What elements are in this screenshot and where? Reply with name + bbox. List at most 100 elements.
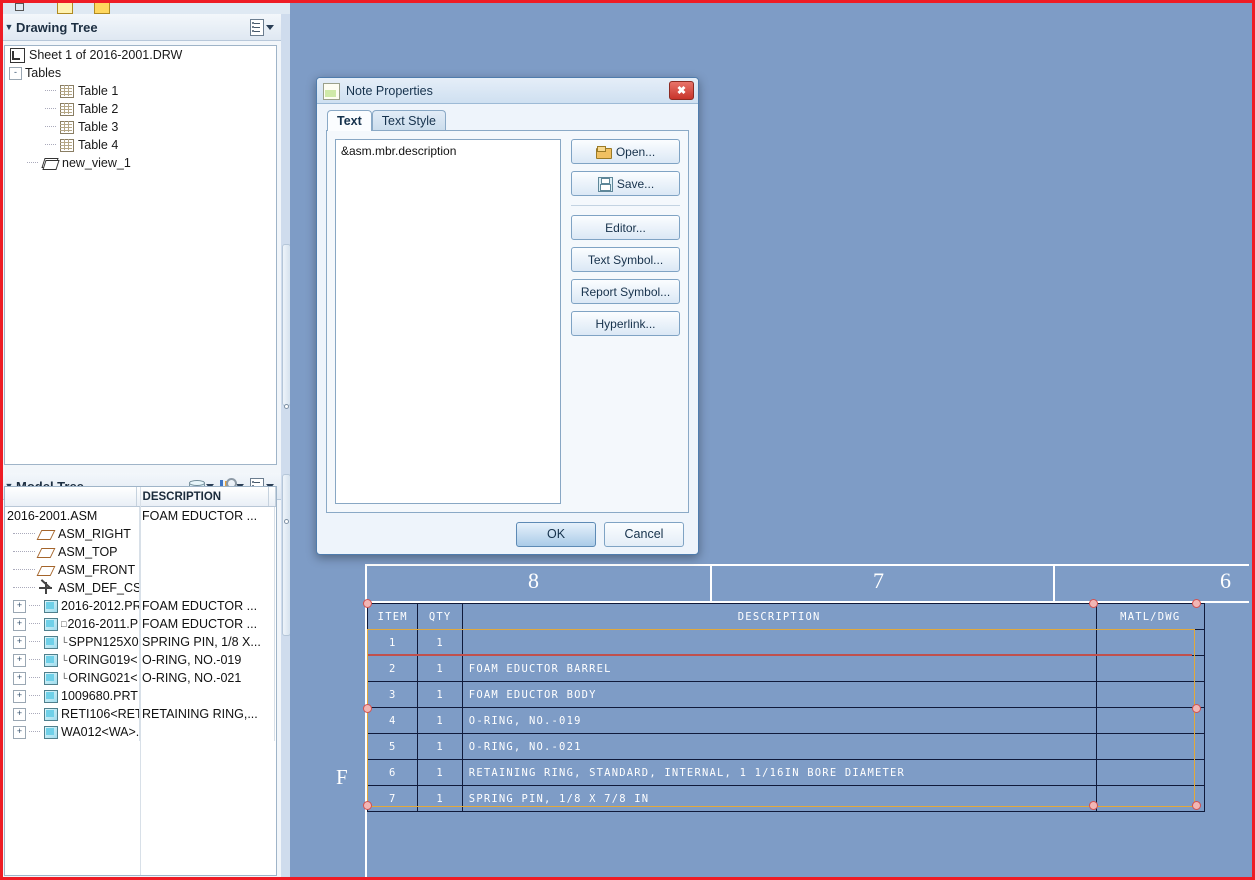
model-tree-row-description [140, 687, 275, 705]
tree-expander[interactable]: + [13, 617, 26, 631]
bom-cell-description: SPRING PIN, 1/8 X 7/8 IN [461, 785, 1097, 812]
toolbar-icon-2[interactable] [55, 0, 73, 14]
folder-open-icon [595, 145, 612, 159]
save-button[interactable]: Save... [571, 171, 680, 196]
tree-connector [45, 144, 56, 146]
zone-number-8: 8 [528, 568, 539, 593]
drawing-tree-item[interactable]: - Tables [5, 64, 276, 82]
text-symbol-button[interactable]: Text Symbol... [571, 247, 680, 272]
drawing-sheet[interactable]: 8 7 6 F ITEM QTY DESCRIPTION MATL/DWG 11… [290, 560, 1252, 877]
drawing-tree-settings-button[interactable] [246, 17, 275, 37]
model-tree-row-description: FOAM EDUCTOR ... [140, 597, 275, 615]
bom-handle-top-right[interactable] [1192, 599, 1201, 608]
tab-text[interactable]: Text [327, 110, 372, 131]
bom-handle-top-left[interactable] [363, 599, 372, 608]
bom-cell-matl [1095, 733, 1206, 760]
table-row[interactable]: 11 [366, 629, 1206, 656]
drawing-tree-item[interactable]: Table 2 [5, 100, 276, 118]
table-row[interactable]: 4 1 O-RING, NO.-019 [366, 707, 1206, 734]
panel-splitter[interactable] [281, 14, 291, 880]
drawing-tree-item-label: Table 1 [78, 84, 119, 98]
note-properties-dialog[interactable]: Note Properties ✖ Text Text Style Open..… [316, 77, 699, 555]
bom-header-description: DESCRIPTION [461, 603, 1097, 630]
bom-handle-right-mid[interactable] [1192, 704, 1201, 713]
dialog-tabs: Text Text Style [317, 108, 698, 131]
model-tree-row-name-cell: ASM_FRONT [5, 561, 140, 579]
part-icon [43, 725, 58, 739]
toolbar-icon-3[interactable] [92, 0, 110, 14]
part-icon [43, 707, 58, 721]
drawing-tree-list[interactable]: Sheet 1 of 2016-2001.DRW - Tables Table 1 Ta… [4, 45, 277, 465]
note-text-input[interactable] [335, 139, 562, 504]
tree-expander[interactable]: - [9, 66, 22, 80]
model-tree-row-name: ASM_DEF_CSYS [58, 581, 139, 595]
tree-expander[interactable]: + [13, 689, 26, 703]
tree-connector [27, 162, 38, 164]
bom-table[interactable]: ITEM QTY DESCRIPTION MATL/DWG 1 1 2 1 FOAM E… [363, 599, 1206, 812]
graphics-window[interactable]: 8 7 6 F ITEM QTY DESCRIPTION MATL/DWG 11… [290, 3, 1252, 877]
model-tree-row-name: ASM_FRONT [58, 563, 136, 577]
table-icon [59, 102, 74, 116]
drawing-tree-item-label: Table 3 [78, 120, 119, 134]
dialog-footer: OK Cancel [317, 514, 698, 554]
table-row[interactable]: 3 1 FOAM EDUCTOR BODY [366, 681, 1206, 708]
column-header-name[interactable] [5, 487, 137, 506]
part-icon [43, 599, 58, 613]
tree-expander[interactable]: + [13, 725, 26, 739]
left-dock-panels: ▼ Drawing Tree Sheet 1 of 2016-2001.DRW -… [0, 14, 281, 880]
drawing-tree-item[interactable]: new_view_1 [5, 154, 276, 172]
model-tree-row-name: 2016-2012.PRT [61, 599, 139, 613]
bom-handle-bottom-right[interactable] [1192, 801, 1201, 810]
model-tree-row-description [140, 561, 275, 579]
bom-cell-matl [1095, 681, 1206, 708]
tree-expander[interactable]: + [13, 635, 26, 649]
model-tree-row-name: 2016-2011.PRT [67, 617, 139, 631]
bom-handle-top-mid[interactable] [1089, 599, 1098, 608]
drawing-tree-item[interactable]: Sheet 1 of 2016-2001.DRW [5, 46, 276, 64]
model-tree-row-name-cell: ASM_RIGHT [5, 525, 140, 543]
bom-header-qty: QTY [417, 603, 463, 630]
tab-text-style[interactable]: Text Style [371, 110, 446, 131]
tree-expander[interactable]: + [13, 599, 26, 613]
tree-expander[interactable]: + [13, 707, 26, 721]
table-row[interactable]: 5 1 O-RING, NO.-021 [366, 733, 1206, 760]
bom-cell-item: 5 [366, 733, 419, 760]
model-tree-row-name: SPPN125X0875< [68, 635, 139, 649]
hyperlink-button[interactable]: Hyperlink... [571, 311, 680, 336]
tree-expander[interactable]: + [13, 653, 26, 667]
table-row[interactable]: 6 1 RETAINING RING, STANDARD, INTERNAL, 1 … [366, 759, 1206, 786]
editor-button[interactable]: Editor... [571, 215, 680, 240]
table-icon [59, 138, 74, 152]
report-symbol-button[interactable]: Report Symbol... [571, 279, 680, 304]
tree-connector [29, 623, 40, 625]
bom-row-highlight [368, 654, 1192, 656]
open-button[interactable]: Open... [571, 139, 680, 164]
model-tree-table[interactable]: DESCRIPTION 2016-2001.ASM FOAM EDUCTOR ..… [4, 486, 277, 876]
collapse-arrow-icon[interactable]: ▼ [2, 22, 16, 32]
bom-handle-left-mid[interactable] [363, 704, 372, 713]
drawing-tree-item[interactable]: Table 1 [5, 82, 276, 100]
plane-icon [36, 563, 56, 577]
tree-connector [13, 569, 35, 571]
cancel-button[interactable]: Cancel [604, 521, 684, 547]
toolbar-icon-1[interactable] [10, 0, 28, 14]
column-header-description[interactable]: DESCRIPTION [137, 487, 269, 506]
tree-expander[interactable]: + [13, 671, 26, 685]
model-tree-row-name-cell: + └ORING019< ORI [5, 651, 140, 669]
model-tree-row-description: FOAM EDUCTOR ... [140, 507, 275, 525]
tree-connector [13, 551, 35, 553]
table-row[interactable]: 2 1 FOAM EDUCTOR BARREL [366, 655, 1206, 682]
bom-handle-bottom-mid[interactable] [1089, 801, 1098, 810]
column-header-extra[interactable] [269, 487, 276, 506]
ok-button[interactable]: OK [516, 521, 596, 547]
bom-handle-bottom-left[interactable] [363, 801, 372, 810]
tree-connector [29, 677, 40, 679]
model-tree-row-name-cell: ASM_TOP [5, 543, 140, 561]
close-icon[interactable]: ✖ [669, 81, 694, 100]
drawing-tree-title: Drawing Tree [16, 19, 98, 35]
dialog-title-bar[interactable]: Note Properties ✖ [317, 78, 698, 104]
drawing-tree-item[interactable]: Table 4 [5, 136, 276, 154]
drawing-tree-item[interactable]: Table 3 [5, 118, 276, 136]
bom-cell-item: 2 [366, 655, 419, 682]
table-row[interactable]: 7 1 SPRING PIN, 1/8 X 7/8 IN [366, 785, 1206, 812]
